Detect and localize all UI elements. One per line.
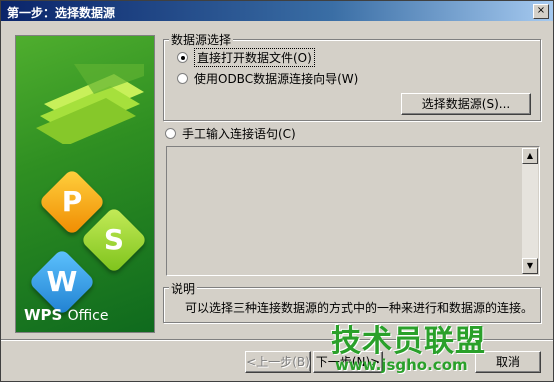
- radio-label: 手工输入连接语句(C): [182, 127, 296, 141]
- close-button[interactable]: ×: [533, 4, 549, 19]
- radio-open-data-file[interactable]: 直接打开数据文件(O): [177, 48, 315, 67]
- radio-dot[interactable]: [165, 128, 176, 139]
- wps-office-banner: P S W WPS Office: [15, 35, 155, 333]
- help-group-legend: 说明: [169, 280, 198, 297]
- radio-dot[interactable]: [177, 73, 188, 84]
- title-bar: 第一步：选择数据源 ×: [1, 1, 553, 21]
- folder-stripes-graphic: [36, 64, 144, 144]
- site-watermark: 技术员联盟 www.jsgho.com: [319, 316, 553, 381]
- connection-string-textarea[interactable]: ▲ ▼: [166, 146, 540, 276]
- scroll-down-button[interactable]: ▼: [522, 258, 538, 274]
- letter-s-tile: S: [80, 206, 148, 274]
- select-data-source-button[interactable]: 选择数据源(S)...: [401, 93, 531, 115]
- radio-dot[interactable]: [177, 52, 188, 63]
- help-text: 可以选择三种连接数据源的方式中的一种来进行和数据源的连接。: [185, 301, 534, 315]
- scroll-up-button[interactable]: ▲: [522, 148, 538, 164]
- window-title: 第一步：选择数据源: [7, 6, 116, 20]
- wps-office-logo: WPS Office: [24, 306, 109, 324]
- radio-label: 使用ODBC数据源连接向导(W): [194, 72, 359, 86]
- watermark-text: 技术员联盟: [331, 324, 486, 359]
- radio-manual-connection[interactable]: 手工输入连接语句(C): [165, 125, 296, 142]
- vertical-scrollbar[interactable]: ▲ ▼: [522, 148, 538, 274]
- watermark-url: www.jsgho.com: [335, 356, 468, 374]
- radio-odbc-wizard[interactable]: 使用ODBC数据源连接向导(W): [177, 70, 358, 87]
- radio-label: 直接打开数据文件(O): [194, 48, 315, 67]
- source-group-legend: 数据源选择: [169, 31, 234, 48]
- wizard-window: 第一步：选择数据源 × P S W WPS Office 数据源选择 直接打开数…: [0, 0, 554, 382]
- back-button[interactable]: <上一步(B): [245, 351, 311, 373]
